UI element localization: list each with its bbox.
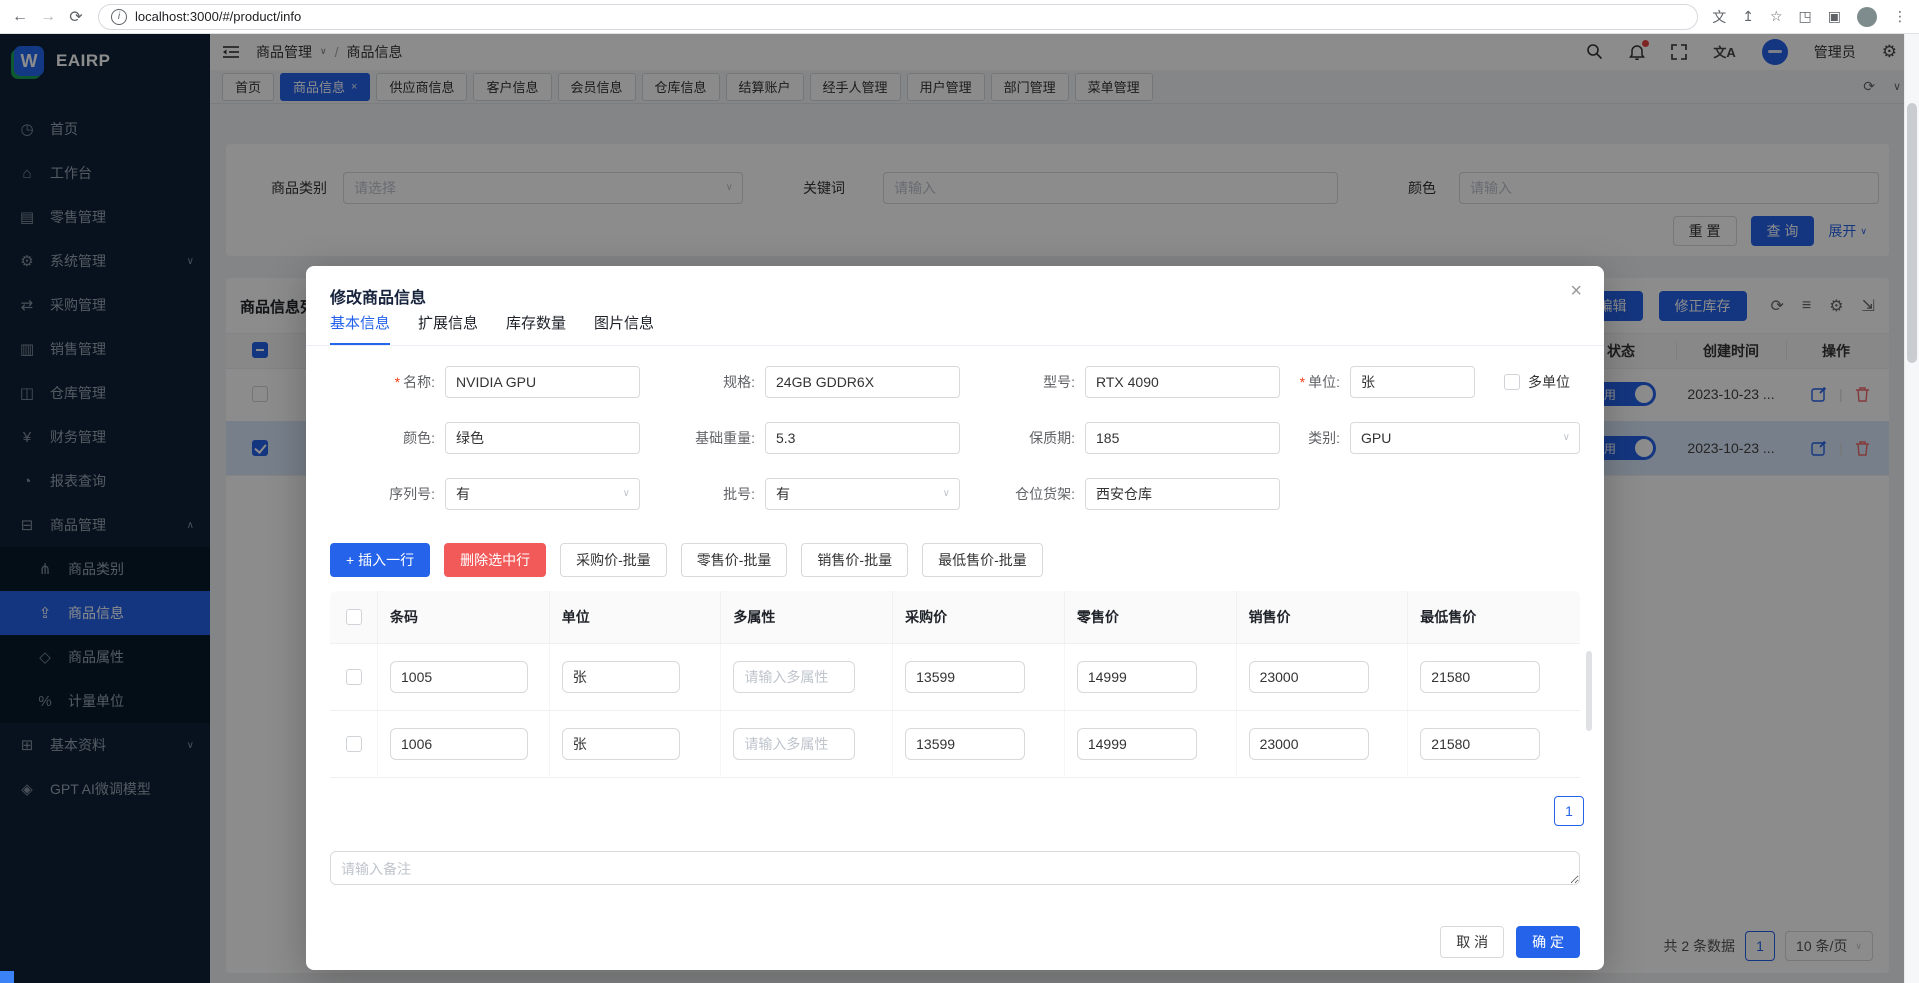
unit-field[interactable] xyxy=(1350,366,1475,398)
category-select[interactable]: ∨ xyxy=(1350,422,1580,454)
multi-unit-checkbox[interactable] xyxy=(1504,374,1520,390)
browser-menu-icon[interactable]: ⋮ xyxy=(1893,8,1907,25)
unit-price-table-header: 条码 单位 多属性 采购价 零售价 销售价 最低售价 xyxy=(330,591,1580,644)
unit-column-header: 单位 xyxy=(550,591,722,643)
name-field[interactable] xyxy=(445,366,640,398)
spec-label: 规格: xyxy=(650,366,755,398)
share-icon[interactable]: ↥ xyxy=(1742,8,1754,25)
side-panel-icon[interactable]: ▣ xyxy=(1828,8,1841,25)
purchase-column-header: 采购价 xyxy=(893,591,1065,643)
retail-price-field[interactable] xyxy=(1077,661,1197,693)
browser-reload-icon[interactable]: ⟳ xyxy=(62,7,90,27)
scrollbar-thumb[interactable] xyxy=(1907,103,1917,363)
required-star: * xyxy=(1300,374,1305,390)
unit-field[interactable] xyxy=(562,728,680,760)
modal-tabs: 基本信息 扩展信息 库存数量 图片信息 xyxy=(306,311,1604,346)
category-label: 类别: xyxy=(1235,422,1340,454)
purchase-price-field[interactable] xyxy=(905,661,1025,693)
extensions-icon[interactable]: ◳ xyxy=(1799,8,1812,25)
color-label: 颜色: xyxy=(330,422,435,454)
color-field[interactable] xyxy=(445,422,640,454)
remark-area xyxy=(330,851,1580,888)
serial-label: 序列号: xyxy=(330,478,435,510)
corner-widget xyxy=(0,971,14,983)
sale-price-field[interactable] xyxy=(1249,661,1369,693)
edit-product-modal: 修改商品信息 × 基本信息 扩展信息 库存数量 图片信息 *名称: 规格: 型号… xyxy=(306,266,1604,970)
delete-selected-button[interactable]: 删除选中行 xyxy=(444,543,546,577)
bookmark-star-icon[interactable]: ☆ xyxy=(1770,8,1783,25)
min-price-field[interactable] xyxy=(1420,661,1540,693)
page-scrollbar[interactable] xyxy=(1904,33,1919,983)
modal-footer: 取 消 确 定 xyxy=(1440,926,1580,958)
sale-price-field[interactable] xyxy=(1249,728,1369,760)
insert-row-button[interactable]: + 插入一行 xyxy=(330,543,430,577)
shelf-field[interactable] xyxy=(1085,478,1280,510)
barcode-field[interactable] xyxy=(390,661,528,693)
row-checkbox[interactable] xyxy=(346,669,362,685)
table-row xyxy=(330,711,1580,778)
tab-image-info[interactable]: 图片信息 xyxy=(594,311,654,345)
serial-select[interactable]: ∨ xyxy=(445,478,640,510)
weight-field[interactable] xyxy=(765,422,960,454)
page-number-button[interactable]: 1 xyxy=(1554,796,1584,826)
spec-field[interactable] xyxy=(765,366,960,398)
purchase-price-batch-button[interactable]: 采购价-批量 xyxy=(560,543,667,577)
remark-textarea[interactable] xyxy=(330,851,1580,885)
retail-column-header: 零售价 xyxy=(1065,591,1237,643)
attr-column-header: 多属性 xyxy=(721,591,893,643)
cancel-button[interactable]: 取 消 xyxy=(1440,926,1504,958)
min-price-batch-button[interactable]: 最低售价-批量 xyxy=(922,543,1043,577)
multi-unit-checkbox-group[interactable]: 多单位 xyxy=(1504,372,1570,392)
name-label: *名称: xyxy=(330,366,435,398)
batch-label: 批号: xyxy=(650,478,755,510)
retail-price-batch-button[interactable]: 零售价-批量 xyxy=(681,543,788,577)
browser-chrome: ← → ⟳ i localhost:3000/#/product/info 文 … xyxy=(0,0,1919,34)
select-all-checkbox[interactable] xyxy=(346,609,362,625)
retail-price-field[interactable] xyxy=(1077,728,1197,760)
table-row xyxy=(330,644,1580,711)
modal-pagination: 1 xyxy=(1554,796,1584,826)
multi-attr-field[interactable] xyxy=(733,728,855,760)
modal-close-icon[interactable]: × xyxy=(1570,280,1582,303)
tab-extend-info[interactable]: 扩展信息 xyxy=(418,311,478,345)
modal-title: 修改商品信息 xyxy=(330,284,426,308)
expiry-label: 保质期: xyxy=(970,422,1075,454)
purchase-price-field[interactable] xyxy=(905,728,1025,760)
barcode-column-header: 条码 xyxy=(378,591,550,643)
browser-forward-icon[interactable]: → xyxy=(34,8,62,26)
weight-label: 基础重量: xyxy=(650,422,755,454)
batch-select-input[interactable] xyxy=(765,478,960,510)
unit-price-table: 条码 单位 多属性 采购价 零售价 销售价 最低售价 xyxy=(330,591,1580,778)
tab-stock-qty[interactable]: 库存数量 xyxy=(506,311,566,345)
row-checkbox[interactable] xyxy=(346,736,362,752)
browser-profile-avatar[interactable] xyxy=(1857,7,1877,27)
required-star: * xyxy=(395,374,400,390)
shelf-label: 仓位货架: xyxy=(970,478,1075,510)
sale-column-header: 销售价 xyxy=(1237,591,1409,643)
tab-basic-info[interactable]: 基本信息 xyxy=(330,311,390,345)
sale-price-batch-button[interactable]: 销售价-批量 xyxy=(801,543,908,577)
site-info-icon[interactable]: i xyxy=(111,9,127,25)
address-bar[interactable]: i localhost:3000/#/product/info xyxy=(98,4,1698,30)
url-text[interactable]: localhost:3000/#/product/info xyxy=(135,9,301,24)
min-price-field[interactable] xyxy=(1420,728,1540,760)
unit-label: *单位: xyxy=(1235,366,1340,398)
confirm-button[interactable]: 确 定 xyxy=(1516,926,1580,958)
unit-field[interactable] xyxy=(562,661,680,693)
model-label: 型号: xyxy=(970,366,1075,398)
multi-unit-label: 多单位 xyxy=(1528,372,1570,392)
min-price-column-header: 最低售价 xyxy=(1408,591,1580,643)
multi-attr-field[interactable] xyxy=(733,661,855,693)
modal-table-toolbar: + 插入一行 删除选中行 采购价-批量 零售价-批量 销售价-批量 最低售价-批… xyxy=(330,543,1043,577)
serial-select-input[interactable] xyxy=(445,478,640,510)
translate-icon[interactable]: 文 xyxy=(1712,7,1726,27)
barcode-field[interactable] xyxy=(390,728,528,760)
table-scrollbar[interactable] xyxy=(1586,651,1592,731)
category-select-input[interactable] xyxy=(1350,422,1580,454)
app-root: W EAIRP ◷ 首页 ⌂ 工作台 ▤ 零售管理 ⚙ 系统管理 ∨ ⇄ xyxy=(0,33,1919,983)
browser-back-icon[interactable]: ← xyxy=(6,8,34,26)
batch-select[interactable]: ∨ xyxy=(765,478,960,510)
